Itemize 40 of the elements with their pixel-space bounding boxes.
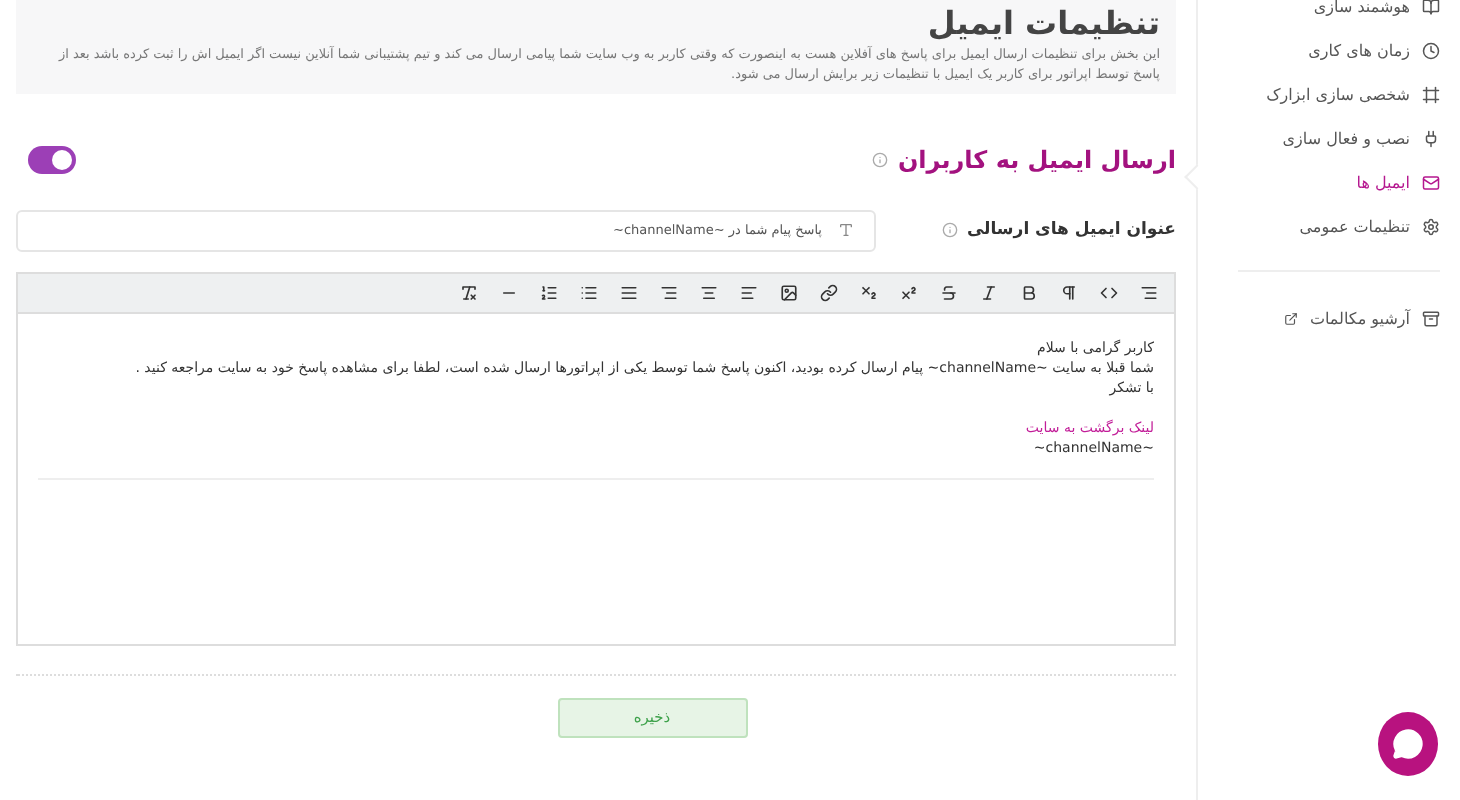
text-icon	[838, 222, 854, 238]
chat-button[interactable]	[1378, 712, 1438, 776]
align-center-icon	[700, 283, 718, 301]
align-right-icon	[660, 283, 678, 301]
bullet-list-icon	[580, 283, 598, 301]
archive-link[interactable]: آرشیو مکالمات	[1238, 296, 1440, 340]
clear-format-icon	[460, 283, 478, 301]
sidebar-item[interactable]: شخصی سازی ابزارک	[1238, 72, 1440, 116]
superscript-icon	[900, 283, 918, 301]
archive-icon	[1422, 309, 1440, 327]
book-icon	[1422, 0, 1440, 15]
justify-icon	[620, 283, 638, 301]
pilcrow-icon	[1060, 283, 1078, 301]
subscript-icon	[860, 283, 878, 301]
sidebar-item[interactable]: تنظیمات عمومی	[1238, 204, 1440, 248]
chat-bubble-icon	[1392, 728, 1424, 760]
image-icon	[780, 283, 798, 301]
toggle-switch[interactable]	[28, 145, 76, 173]
section-title: ارسال ایمیل به کاربران	[897, 145, 1176, 173]
italic-icon	[980, 283, 998, 301]
sidebar-item[interactable]: ایمیل ها	[1238, 160, 1440, 204]
align-left-icon	[740, 283, 758, 301]
info-icon	[942, 222, 959, 238]
strikethrough-icon	[940, 283, 958, 301]
gear-icon	[1422, 217, 1440, 235]
link-icon	[820, 283, 838, 301]
clock-icon	[1422, 41, 1440, 59]
align-menu-icon	[1140, 283, 1158, 301]
sidebar-item[interactable]: زمان های کاری	[1238, 28, 1440, 72]
frame-icon	[1422, 85, 1440, 103]
bold-icon	[1020, 283, 1038, 301]
info-icon	[871, 151, 888, 167]
mail-icon	[1422, 173, 1440, 191]
page-title: تنظیمات ایمیل	[925, 4, 1160, 42]
field-label: عنوان ایمیل های ارسالی	[966, 220, 1176, 240]
external-link-icon	[1283, 311, 1298, 325]
sidebar-item[interactable]: نصب و فعال سازی	[1238, 116, 1440, 160]
numbered-list-icon	[540, 283, 558, 301]
plug-icon	[1422, 129, 1440, 147]
code-icon	[1100, 283, 1118, 301]
